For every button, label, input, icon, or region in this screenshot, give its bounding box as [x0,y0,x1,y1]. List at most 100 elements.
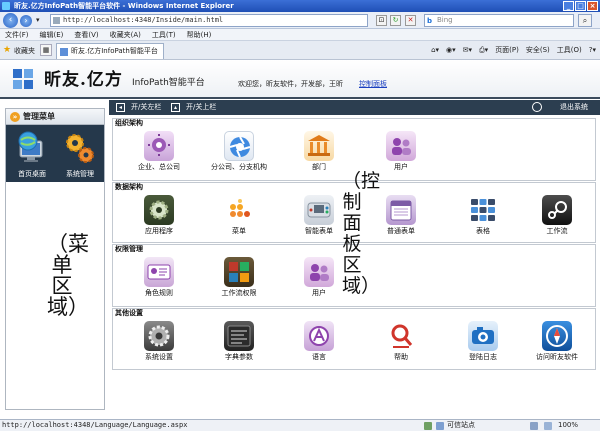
minimize-button[interactable]: _ [563,1,574,11]
welcome-text: 欢迎您，昕友软件，开发部，王昕 [238,80,343,88]
cmd-safety[interactable]: 安全(S) [526,45,550,56]
item-department[interactable]: 部门 [283,128,355,172]
mail-icon[interactable]: ✉▾ [463,45,472,56]
search-placeholder: Bing [437,16,453,24]
item-normal-form[interactable]: 普通表单 [365,192,437,236]
item-language[interactable]: 语言 [283,318,355,362]
protected-mode-icon[interactable] [530,422,538,430]
item-enterprise[interactable]: 企业、总公司 [123,128,195,172]
department-icon [304,131,334,161]
status-url: http://localhost:4348/Language/Language.… [2,421,188,429]
calendar-form-icon [386,195,416,225]
toggle-top-panel[interactable]: 开/关上栏 [186,100,216,115]
window-controls: _ □ × [563,1,598,11]
section-title: 其他设置 [115,309,143,317]
feeds-icon[interactable]: ◉▾ [446,45,456,56]
item-label: 工作流权限 [221,289,257,297]
item-workflow[interactable]: 工作流 [521,192,593,236]
logo-text: 昕友.亿方 [44,70,123,90]
stop-icon[interactable]: ✕ [405,15,416,26]
exit-button[interactable]: 退出系统 [560,100,588,115]
search-input[interactable]: b Bing [424,14,574,27]
item-label: 分公司、分支机构 [211,163,267,171]
table-icon [468,195,498,225]
item-help[interactable]: 帮助 [365,318,437,362]
workflow-icon [542,195,572,225]
item-branch[interactable]: 分公司、分支机构 [203,128,275,172]
toggle-top-icon[interactable]: ▴ [171,103,180,112]
close-button[interactable]: × [587,1,598,11]
back-button[interactable]: ‹ [3,13,18,28]
compat-view-icon[interactable]: ⊡ [376,15,387,26]
cmd-page[interactable]: 页面(P) [495,45,519,56]
favorites-bar: ★ 收藏夹 ▦ 昕友.亿方InfoPath智能平台软件 ⌂▾ ◉▾ ✉▾ ⎙▾ … [0,41,600,70]
home-icon[interactable]: ⌂▾ [431,45,439,56]
control-panel-link[interactable]: 控制面板 [359,80,387,89]
favorites-star-icon[interactable]: ★ [3,45,11,55]
menu-view[interactable]: 查看(V) [74,29,98,40]
ie-icon [2,2,10,10]
menu-file[interactable]: 文件(F) [5,29,29,40]
item-role-rules[interactable]: 角色规则 [123,254,195,298]
sidebar-item-label: 首页桌面 [18,170,46,178]
favorites-label[interactable]: 收藏夹 [14,46,35,56]
gears-icon [66,134,94,163]
system-settings-icon [144,321,174,351]
item-visit-software[interactable]: 访问昕友软件 [521,318,593,362]
toggle-left-panel[interactable]: 开/关左栏 [131,100,161,115]
print-icon[interactable]: ⎙▾ [479,45,488,56]
forward-button[interactable]: › [20,15,32,27]
maximize-button[interactable]: □ [575,1,586,11]
menu-favorites[interactable]: 收藏夹(A) [110,29,141,40]
browser-tab[interactable]: 昕友.亿方InfoPath智能平台软件 [56,43,164,70]
item-label: 普通表单 [387,227,415,235]
visit-compass-icon [542,321,572,351]
item-label: 字典参数 [225,353,253,361]
item-system-settings[interactable]: 系统设置 [123,318,195,362]
sidebar-title: 管理菜单 [23,112,55,121]
sidebar-item-system[interactable]: 系统管理 [56,129,104,181]
item-label: 访问昕友软件 [536,353,578,361]
item-table[interactable]: 表格 [447,192,519,236]
item-users-org[interactable]: 用户 [365,128,437,172]
section-items: 系统设置 字典参数 语言 帮助 登陆日志 访问昕友软件 [113,318,595,369]
refresh-icon[interactable]: ↻ [390,15,401,26]
menu-icon [224,195,254,225]
dictionary-icon [224,321,254,351]
menu-area-annotation: （菜单区域） [47,232,89,319]
help-icon [386,321,416,351]
item-label: 菜单 [232,227,246,235]
tab-grid-icon[interactable]: ▦ [40,44,52,56]
zoom-icon [544,422,552,430]
power-icon[interactable] [532,102,542,112]
users-icon [304,257,334,287]
cmd-tools[interactable]: 工具(O) [557,45,582,56]
sidebar-menu: » 管理菜单 首页桌面 系统管理 （菜单区域） [5,108,105,410]
search-button[interactable]: ⌕ [578,14,592,27]
url-input[interactable]: http://localhost:4348/Inside/main.html [50,14,368,27]
command-bar: ⌂▾ ◉▾ ✉▾ ⎙▾ 页面(P) 安全(S) 工具(O) ?▾ [431,45,596,56]
security-zone[interactable]: 可信站点 [447,420,475,431]
sidebar-header[interactable]: » 管理菜单 [6,109,104,125]
logo-subtitle: InfoPath智能平台 [132,78,205,88]
item-dictionary[interactable]: 字典参数 [203,318,275,362]
smart-form-icon [304,195,334,225]
help-icon-toolbar[interactable]: ?▾ [589,45,596,56]
item-workflow-permission[interactable]: 工作流权限 [203,254,275,298]
menu-edit[interactable]: 编辑(E) [40,29,64,40]
control-panel-annotation: （控制面板区域） [342,170,381,297]
logo-squares-icon [13,69,33,89]
menu-help[interactable]: 帮助(H) [187,29,212,40]
zoom-level[interactable]: 100% [558,420,578,431]
sidebar-item-desktop[interactable]: 首页桌面 [8,129,56,181]
role-rules-icon [144,257,174,287]
item-application[interactable]: 应用程序 [123,192,195,236]
history-dropdown-icon[interactable]: ▾ [36,16,40,24]
item-menu[interactable]: 菜单 [203,192,275,236]
menu-tools[interactable]: 工具(T) [152,29,176,40]
toggle-left-icon[interactable]: ◂ [116,103,125,112]
sidebar-panel: 首页桌面 系统管理 [6,125,104,182]
item-login-log[interactable]: 登陆日志 [447,318,519,362]
item-label: 登陆日志 [469,353,497,361]
item-label: 工作流 [546,227,568,235]
